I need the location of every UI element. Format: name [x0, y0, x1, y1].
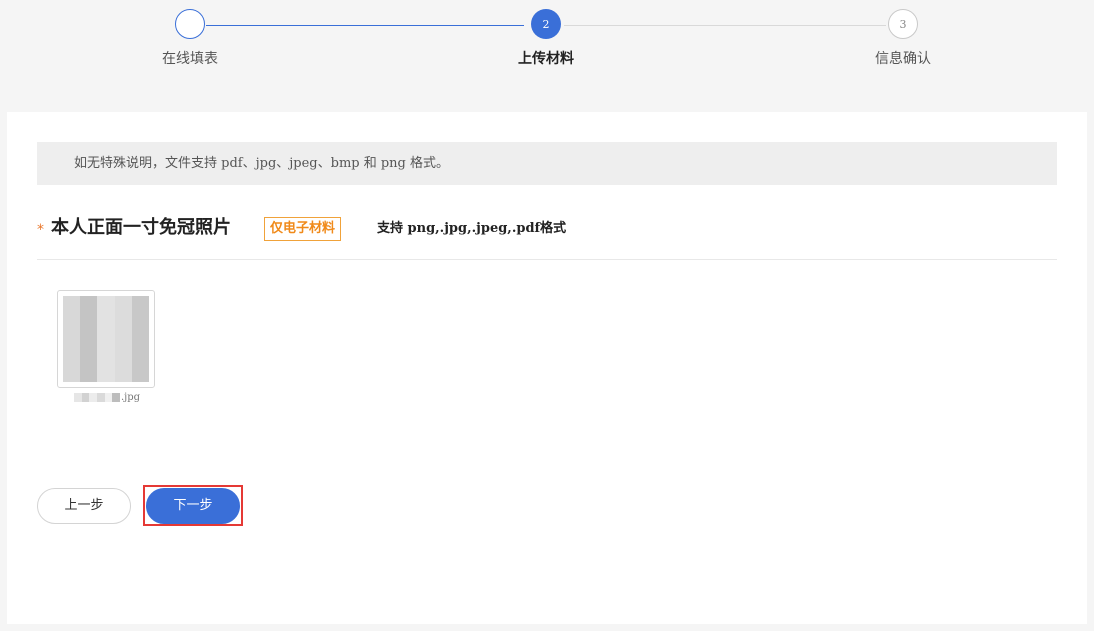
required-mark: *	[37, 222, 44, 238]
upload-card: 如无特殊说明，文件支持 pdf、jpg、jpeg、bmp 和 png 格式。 *…	[7, 112, 1087, 624]
blurred-filename	[73, 393, 120, 402]
upload-item-header: * 本人正面一寸免冠照片 仅电子材料 支持 png,.jpg,.jpeg,.pd…	[37, 215, 1057, 260]
step-upload-materials[interactable]: 2 上传材料	[476, 9, 616, 68]
step-label: 在线填表	[162, 51, 218, 67]
upload-materials-page: 在线填表 2 上传材料 3 信息确认 如无特殊说明，文件支持 pdf、jpg、j…	[0, 0, 1094, 631]
step-confirm-info[interactable]: 3 信息确认	[833, 9, 973, 68]
file-thumbnail[interactable]	[57, 290, 155, 388]
step-circle-active: 2	[531, 9, 561, 39]
progress-stepper: 在线填表 2 上传材料 3 信息确认	[0, 0, 1094, 112]
step-circle-pending: 3	[888, 9, 918, 39]
step-label: 上传材料	[518, 51, 574, 67]
file-extension: .jpg	[120, 392, 141, 403]
file-name: .jpg	[57, 392, 157, 403]
step-label: 信息确认	[875, 51, 931, 67]
uploaded-file[interactable]: .jpg	[57, 290, 157, 403]
previous-step-button[interactable]: 上一步	[37, 488, 131, 524]
format-notice: 如无特殊说明，文件支持 pdf、jpg、jpeg、bmp 和 png 格式。	[37, 142, 1057, 185]
electronic-only-badge: 仅电子材料	[264, 217, 342, 241]
upload-item-title: 本人正面一寸免冠照片	[51, 217, 231, 238]
supported-formats-text: 支持 png,.jpg,.jpeg,.pdf格式	[377, 221, 567, 236]
image-preview-placeholder	[63, 296, 150, 382]
next-step-button[interactable]: 下一步	[146, 488, 240, 524]
step-fill-form[interactable]: 在线填表	[120, 9, 260, 68]
step-circle-done	[175, 9, 205, 39]
